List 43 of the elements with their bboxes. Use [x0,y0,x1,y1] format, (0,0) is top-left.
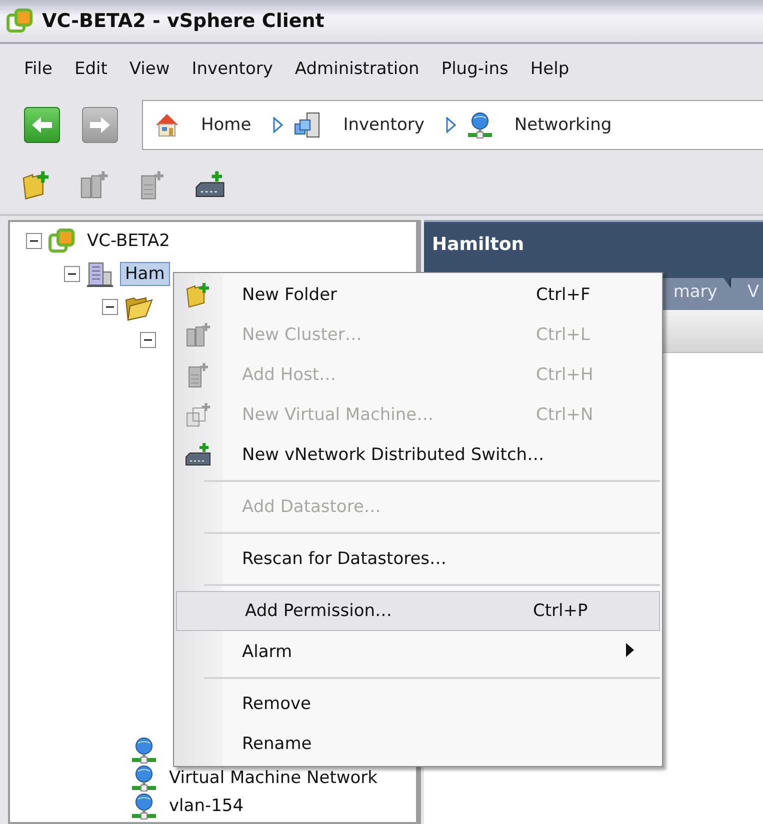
menu-item[interactable]: Help [518,59,580,79]
collapse-icon[interactable] [64,266,80,282]
tree-item[interactable]: Ham [120,262,170,286]
menu-option[interactable]: Rescan for Datastores… [174,539,662,579]
breadcrumb-link[interactable]: Home [191,115,264,135]
back-button[interactable] [24,107,60,143]
menu-option[interactable]: Alarm [174,632,662,672]
menu-option[interactable]: New vNetwork Distributed Switch… [174,435,662,475]
menu-option[interactable]: Rename [174,724,662,764]
network-globe-icon [130,764,158,792]
arrow-right-icon [89,116,111,134]
menu-item[interactable]: File [12,59,62,79]
menu-item[interactable]: Administration [282,59,430,79]
tree-item[interactable]: vlan-154 [164,794,249,818]
new-cluster-icon [184,321,212,349]
detail-title: Hamilton [431,233,526,255]
network-globe-icon [130,736,158,764]
chevron-icon [273,117,284,133]
menu-option[interactable]: Remove [174,684,662,724]
arrow-left-icon [31,116,53,134]
network-globe-icon [466,111,494,139]
new-folder-icon [184,281,212,309]
tree-item[interactable]: Virtual Machine Network [164,766,382,790]
vcenter-icon [6,7,34,35]
submenu-arrow-icon [626,643,634,657]
menu-item[interactable]: Inventory [180,59,283,79]
vcenter-icon [48,226,76,254]
window-title: VC-BETA2 - vSphere Client [42,10,324,32]
menu-item[interactable]: Edit [62,59,118,79]
building-icon [86,260,114,288]
collapse-icon[interactable] [140,332,156,348]
new-cluster-icon [78,169,110,201]
tree-item[interactable]: VC-BETA2 [82,228,175,252]
menu-item[interactable]: View [117,59,180,79]
collapse-icon[interactable] [102,298,118,314]
menu-item[interactable]: Plug-ins [429,59,518,79]
chevron-icon [446,117,456,133]
breadcrumb-link[interactable]: Inventory [333,115,436,135]
collapse-icon[interactable] [26,232,42,248]
breadcrumb-link[interactable]: Networking [504,115,624,135]
network-globe-icon [130,792,158,820]
new-vm-icon [184,401,212,429]
menu-option[interactable]: Add Permission… Ctrl+P [176,591,660,631]
